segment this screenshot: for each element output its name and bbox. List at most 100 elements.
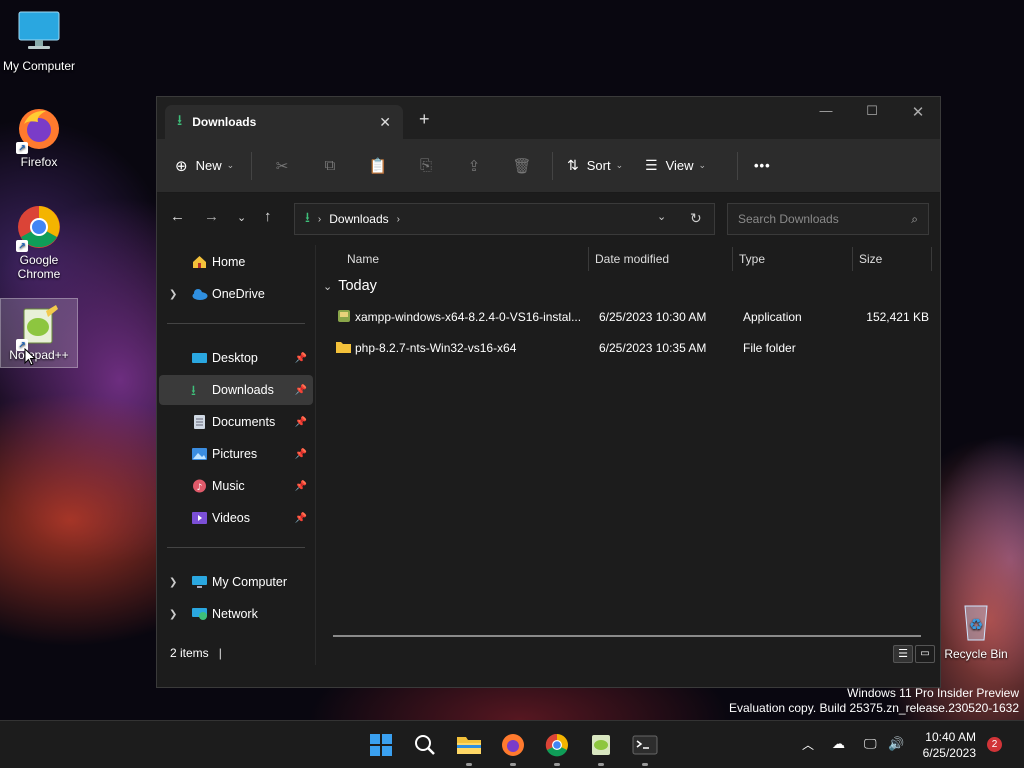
taskbar-file-explorer[interactable] [456,733,482,757]
sidebar-item-desktop[interactable]: Desktop 📌 [159,343,313,373]
sort-button[interactable]: ⇅ Sort ⌄ [559,157,645,174]
file-type: Application [743,310,802,324]
show-hidden-icons-chevron-icon[interactable]: ︿ [802,736,814,753]
desktop-icon-recycle-bin[interactable]: ♻ Recycle Bin [937,598,1015,661]
running-indicator [642,763,648,766]
column-divider[interactable] [588,247,589,271]
horizontal-scrollbar[interactable] [333,635,921,637]
start-button[interactable] [368,733,394,757]
details-view-button[interactable]: ☰ [893,645,913,663]
search-icon[interactable]: ⌕ [911,212,918,227]
column-divider[interactable] [732,247,733,271]
network-status-icon[interactable]: 🖵 [864,736,877,752]
file-row[interactable]: xampp-windows-x64-8.2.4-0-VS16-instal...… [329,303,929,331]
shortcut-arrow-icon: ↗ [16,142,28,154]
documents-icon [191,415,208,429]
taskbar-chrome[interactable] [544,733,570,757]
sidebar-item-home[interactable]: Home [159,247,313,277]
back-arrow-icon[interactable]: ← [170,208,185,225]
navigation-bar: ← → ⌄ ↑ ⭳ › Downloads › ⌄ ↻ ⌕ [157,193,940,245]
column-header-size[interactable]: Size [859,245,882,273]
monitor-icon [191,575,208,589]
more-icon: ••• [754,158,771,173]
sidebar-item-pictures[interactable]: Pictures 📌 [159,439,313,469]
new-tab-button[interactable]: + [419,109,430,130]
search-button[interactable] [412,733,438,757]
taskbar-notepadpp[interactable] [588,733,614,757]
expand-chevron-icon[interactable]: ❯ [169,577,177,588]
share-icon[interactable]: ⇪ [450,157,498,175]
desktop-icon-notepadpp[interactable]: ↗ Notepad++ [0,298,78,368]
new-button[interactable]: ⊕ New ⌄ [175,157,245,175]
cut-icon[interactable]: ✂ [258,157,306,175]
svg-text:♪: ♪ [197,483,203,493]
clock-date: 6/25/2023 [922,746,976,760]
copy-icon[interactable]: ⧉ [306,157,354,174]
desktop-icon-label: Recycle Bin [944,647,1008,661]
file-row[interactable]: php-8.2.7-nts-Win32-vs16-x64 6/25/2023 1… [329,334,929,362]
running-indicator [510,763,516,766]
taskbar-firefox[interactable] [500,733,526,757]
clock[interactable]: 10:40 AM 6/25/2023 [923,729,976,761]
expand-chevron-icon[interactable]: ❯ [169,289,177,300]
sidebar-item-videos[interactable]: Videos 📌 [159,503,313,533]
tab-downloads[interactable]: ⭳ Downloads ✕ [165,105,403,139]
monitor-icon [16,10,62,56]
breadcrumb-downloads[interactable]: Downloads [329,212,388,226]
sidebar-divider [167,547,305,548]
sidebar-item-my-computer[interactable]: ❯ My Computer [159,567,313,597]
column-divider[interactable] [931,247,932,271]
onedrive-icon [191,287,208,301]
recycle-bin-icon: ♻ [953,598,999,644]
sidebar-item-network[interactable]: ❯ Network [159,599,313,629]
view-icon: ☰ [645,157,658,173]
delete-icon[interactable]: 🗑 [498,157,546,175]
see-more-button[interactable]: ••• [744,158,771,173]
view-button[interactable]: ☰ View ⌄ [645,157,731,174]
folder-icon [457,737,481,754]
minimize-button[interactable]: — [803,103,849,118]
cloud-offline-icon[interactable]: ☁ [832,736,845,752]
volume-icon[interactable]: 🔊 [888,736,904,752]
desktop-icon-chrome[interactable]: ↗ Google Chrome [0,204,78,281]
column-header-type[interactable]: Type [739,245,765,273]
maximize-button[interactable]: ☐ [849,103,895,119]
desktop-icon-my-computer[interactable]: My Computer [0,10,78,73]
desktop-icon [191,351,208,365]
taskbar-terminal[interactable] [632,733,658,757]
search-input[interactable] [738,212,912,226]
sidebar-item-label: Documents [212,415,276,429]
close-tab-icon[interactable]: ✕ [379,114,391,131]
watermark-line-1: Windows 11 Pro Insider Preview [847,686,1019,700]
up-arrow-icon[interactable]: ↑ [264,208,272,225]
column-header-date-modified[interactable]: Date modified [595,245,669,273]
running-indicator [598,763,604,766]
recent-chevron-icon[interactable]: ⌄ [237,211,246,224]
address-history-chevron-icon[interactable]: ⌄ [657,210,666,223]
rename-icon[interactable]: ⎘ [402,157,450,174]
sidebar-item-onedrive[interactable]: ❯ OneDrive [159,279,313,309]
sidebar-item-label: Desktop [212,351,258,365]
watermark-line-2: Evaluation copy. Build 25375.zn_release.… [729,701,1019,715]
column-header-name[interactable]: Name [347,245,379,273]
paste-icon[interactable]: 📋 [354,157,402,175]
sidebar-item-music[interactable]: ♪ Music 📌 [159,471,313,501]
search-box[interactable]: ⌕ [727,203,929,235]
column-divider[interactable] [852,247,853,271]
file-explorer-window: ⭳ Downloads ✕ + — ☐ ✕ ⊕ New ⌄ ✂ ⧉ 📋 ⎘ ⇪ … [156,96,941,688]
close-window-button[interactable]: ✕ [895,103,941,121]
group-header-today[interactable]: ⌄ Today [323,278,377,294]
file-date: 6/25/2023 10:35 AM [599,341,707,355]
forward-arrow-icon[interactable]: → [204,208,219,225]
address-bar[interactable]: ⭳ › Downloads › ⌄ ↻ [294,203,715,235]
tiles-view-button[interactable]: ▭ [915,645,935,663]
refresh-icon[interactable]: ↻ [690,210,702,227]
sidebar-item-documents[interactable]: Documents 📌 [159,407,313,437]
sidebar-item-downloads[interactable]: ⭳ Downloads 📌 [159,375,313,405]
chevron-down-icon: ⌄ [226,160,235,170]
desktop-icon-firefox[interactable]: ↗ Firefox [0,106,78,169]
text-cursor: | [218,646,222,660]
expand-chevron-icon[interactable]: ❯ [169,609,177,620]
notification-badge[interactable]: 2 [987,737,1002,752]
pane-splitter[interactable] [315,245,316,665]
